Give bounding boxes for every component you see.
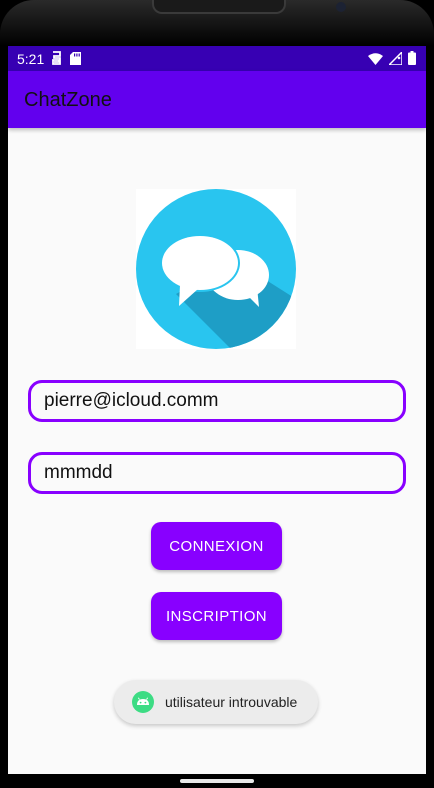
- speaker-grill: [152, 0, 286, 14]
- battery-icon: [408, 51, 416, 68]
- android-icon: [132, 691, 154, 713]
- screen: 5:21 ChatZone pierre@icloud.comm mmmdd C…: [8, 46, 426, 774]
- status-time: 5:21: [17, 51, 45, 67]
- login-button[interactable]: CONNEXION: [151, 522, 282, 570]
- app-title: ChatZone: [24, 89, 112, 111]
- device-top-bezel: [0, 0, 434, 46]
- app-bar: ChatZone: [8, 71, 426, 128]
- email-input[interactable]: [31, 383, 384, 419]
- register-button[interactable]: INSCRIPTION: [151, 592, 282, 640]
- toast-message: utilisateur introuvable: [114, 680, 318, 724]
- password-input[interactable]: [31, 455, 384, 491]
- toast-text: utilisateur introuvable: [165, 694, 298, 710]
- password-field[interactable]: [28, 452, 406, 494]
- wifi-icon: [368, 52, 383, 68]
- status-notification-icons: [51, 51, 81, 68]
- device-frame: 5:21 ChatZone pierre@icloud.comm mmmdd C…: [0, 0, 434, 788]
- signal-icon: [387, 49, 403, 68]
- status-bar: 5:21: [8, 46, 426, 71]
- email-field[interactable]: [28, 380, 406, 422]
- sd-card-icon: [70, 51, 81, 68]
- status-system-icons: [368, 49, 416, 68]
- chat-bubbles-icon: [136, 189, 296, 349]
- front-camera: [336, 2, 346, 12]
- home-indicator[interactable]: [180, 779, 254, 783]
- sim-card-icon: [51, 51, 62, 68]
